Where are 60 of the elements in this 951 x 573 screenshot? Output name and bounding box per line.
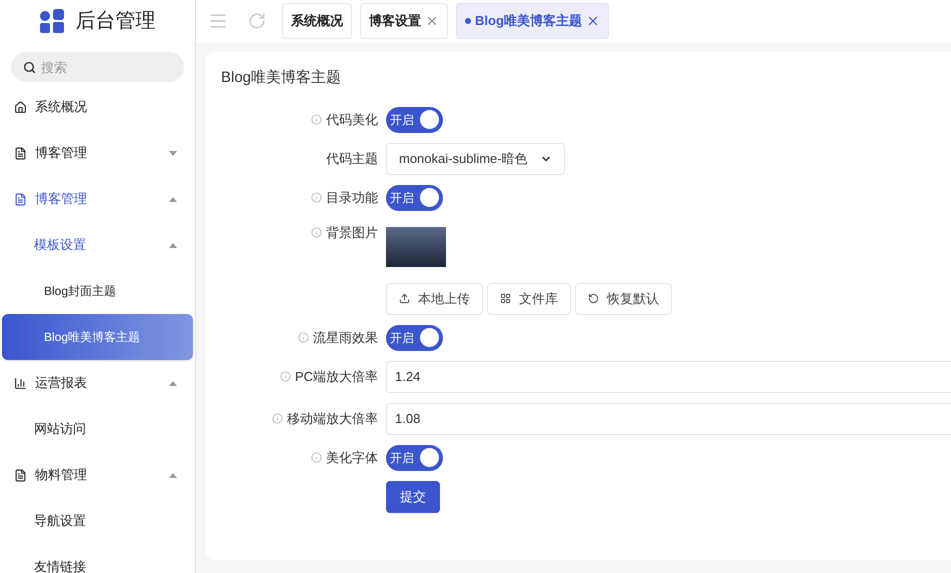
logo-icon <box>40 9 64 33</box>
sidebar-item[interactable]: 系统概况 <box>2 84 193 130</box>
app-title: 后台管理 <box>76 9 156 34</box>
close-icon[interactable] <box>425 14 439 28</box>
sidebar-item[interactable]: 友情链接 <box>2 544 193 573</box>
page-tab[interactable]: 博客设置 <box>360 3 448 39</box>
info-icon <box>272 413 283 424</box>
caret-icon <box>169 196 177 202</box>
home-icon <box>14 100 27 114</box>
info-icon <box>280 371 291 382</box>
info-icon <box>311 114 322 125</box>
sidebar-item[interactable]: Blog封面主题 <box>2 268 193 314</box>
photo-placeholder <box>386 226 446 266</box>
info-icon <box>298 332 309 343</box>
info-icon <box>311 452 322 463</box>
caret-icon <box>169 150 177 156</box>
toggle-switch[interactable]: 开启 <box>386 324 443 350</box>
sidebar-item[interactable]: 网站访问 <box>2 406 193 452</box>
caret-icon <box>169 242 177 248</box>
upload-icon <box>399 293 410 304</box>
page-tab[interactable]: Blog唯美博客主题 <box>456 3 609 39</box>
page-tab[interactable]: 系统概况 <box>282 3 352 39</box>
upload-option-button[interactable]: 文件库 <box>487 282 571 314</box>
grid-icon <box>500 293 511 304</box>
field-label: 代码主题 <box>326 150 378 168</box>
panel-title: Blog唯美博客主题 <box>220 68 342 88</box>
document-icon <box>14 146 27 160</box>
sidebar-item[interactable]: 导航设置 <box>2 498 193 544</box>
search-icon <box>23 61 36 74</box>
field-label: 流星雨效果 <box>312 328 378 347</box>
sidebar-item[interactable]: 物料管理 <box>2 452 193 498</box>
caret-icon <box>169 472 177 478</box>
sidebar-item[interactable]: Blog唯美博客主题 <box>2 314 193 360</box>
reset-icon <box>588 293 599 304</box>
upload-option-button[interactable]: 恢复默认 <box>575 282 672 314</box>
sidebar-item[interactable]: 博客管理 <box>2 176 193 222</box>
info-icon <box>311 192 322 203</box>
search-field[interactable]: 搜索 <box>11 52 184 82</box>
bar-chart-icon <box>14 376 27 390</box>
field-label: 美化字体 <box>325 448 378 467</box>
theme-select[interactable]: monokai-sublime-暗色 <box>386 142 565 174</box>
number-input[interactable]: 1.08 <box>386 402 951 434</box>
field-label: 移动端放大倍率 <box>286 410 378 428</box>
submit-button[interactable]: 提交 <box>386 480 440 512</box>
toggle-switch[interactable]: 开启 <box>386 444 443 470</box>
document-icon <box>14 468 27 482</box>
info-icon <box>311 227 322 238</box>
toggle-switch[interactable]: 开启 <box>386 106 443 132</box>
sidebar-item[interactable]: 博客管理 <box>2 130 193 176</box>
sidebar-item[interactable]: 运营报表 <box>2 360 193 406</box>
field-label: 背景图片 <box>325 224 378 242</box>
number-input[interactable]: 1.24 <box>386 360 951 392</box>
toggle-switch[interactable]: 开启 <box>386 184 443 210</box>
field-label: PC端放大倍率 <box>294 368 378 386</box>
upload-option-button[interactable]: 本地上传 <box>386 282 483 314</box>
field-label: 代码美化 <box>325 110 378 129</box>
document-icon <box>14 192 27 206</box>
caret-icon <box>169 380 177 386</box>
field-label: 目录功能 <box>325 188 378 207</box>
sidebar-item[interactable]: 模板设置 <box>2 222 193 268</box>
